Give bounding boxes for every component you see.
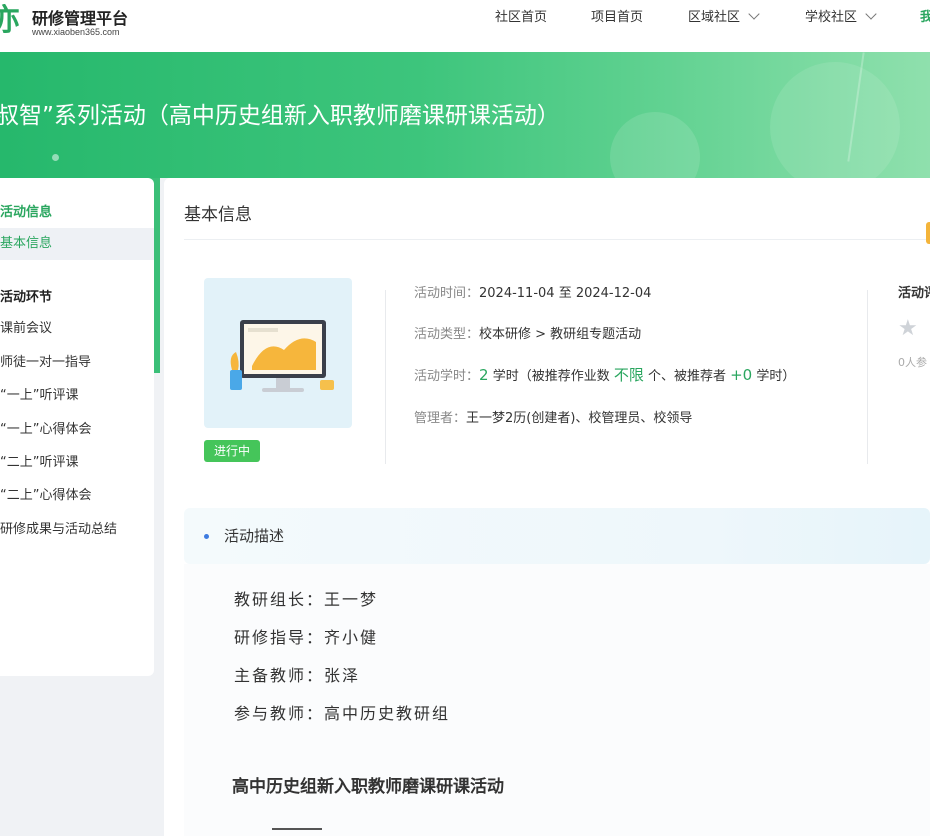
monitor-illustration-icon — [230, 320, 334, 392]
nav-my[interactable]: 我 — [920, 0, 930, 36]
sidebar-item-first-review[interactable]: “一上”听评课 — [0, 380, 154, 412]
activity-hours: 活动学时：2 学时（被推荐作业数 不限 个、被推荐者 +0 学时） — [414, 364, 795, 385]
banner-decoration — [52, 154, 59, 161]
activity-type: 活动类型：校本研修 > 教研组专题活动 — [414, 323, 641, 342]
activity-type-label: 活动类型： — [414, 327, 480, 342]
rating-panel-title: 活动评 — [898, 286, 930, 301]
main-content: 基本信息 进行中 活动时间：2024-11-04 至 2024-12-04 活动… — [164, 178, 930, 836]
hours-text: 学时） — [752, 369, 796, 384]
chevron-down-icon — [865, 8, 877, 20]
sidebar-section-stages: 活动环节 — [0, 290, 53, 305]
activity-type-value: 校本研修 > 教研组专题活动 — [479, 327, 642, 342]
sidebar-item-first-reflection[interactable]: “一上”心得体会 — [0, 414, 154, 446]
banner-decoration — [770, 62, 900, 178]
recommend-limit: 不限 — [613, 366, 644, 384]
activity-title: 叔智”系列活动（高中历史组新入职教师磨课研课活动） — [0, 103, 560, 129]
sidebar-item-basic-info[interactable]: 基本信息 — [0, 228, 154, 260]
nav-project-home[interactable]: 项目首页 — [591, 0, 643, 52]
divider — [867, 290, 868, 464]
sidebar-item-second-review[interactable]: “二上”听评课 — [0, 447, 154, 479]
description-title: 活动描述 — [224, 527, 285, 545]
description-header: 活动描述 — [184, 508, 930, 564]
activity-time-label: 活动时间： — [414, 286, 480, 301]
clipped-text — [232, 818, 352, 836]
sidebar-item-pre-meeting[interactable]: 课前会议 — [0, 313, 154, 345]
description-heading: 高中历史组新入职教师磨课研课活动 — [232, 777, 504, 797]
description-body: 教研组长：王一梦 研修指导：齐小健 主备教师：张泽 参与教师：高中历史教研组 高… — [184, 564, 930, 836]
bullet-icon — [204, 534, 209, 539]
status-badge: 进行中 — [204, 440, 260, 462]
hours-text: 个、被推荐者 — [643, 369, 731, 384]
divider — [184, 239, 930, 240]
activity-time-value: 2024-11-04 至 2024-12-04 — [479, 286, 652, 301]
activity-time: 活动时间：2024-11-04 至 2024-12-04 — [414, 282, 651, 301]
activity-managers: 管理者：王一梦2历(创建者)、校管理员、校领导 — [414, 407, 692, 426]
activity-sidebar: 活动信息 基本信息 活动环节 课前会议 师徒一对一指导 “一上”听评课 “一上”… — [0, 178, 154, 676]
star-icon[interactable]: ★ — [898, 316, 918, 341]
top-navigation-bar: 亦 研修管理平台 www.xiaoben365.com 社区首页 项目首页 区域… — [0, 0, 930, 52]
logo-title[interactable]: 研修管理平台 — [32, 5, 128, 29]
card-title: 基本信息 — [184, 205, 252, 225]
manager-label: 管理者： — [414, 411, 467, 426]
floating-tab[interactable] — [926, 222, 930, 244]
chevron-down-icon — [748, 8, 760, 20]
banner-decoration — [610, 112, 700, 178]
nav-regional-community[interactable]: 区域社区 — [688, 0, 760, 52]
hours-text: 学时（被推荐作业数 — [488, 369, 614, 384]
nav-community-home[interactable]: 社区首页 — [495, 0, 547, 52]
activity-thumbnail — [204, 278, 352, 428]
nav-school-community[interactable]: 学校社区 — [805, 0, 877, 52]
sidebar-item-summary[interactable]: 研修成果与活动总结 — [0, 514, 154, 546]
logo-url: www.xiaoben365.com — [32, 27, 120, 37]
lead-teacher-line: 主备教师：张泽 — [234, 666, 361, 685]
manager-value: 王一梦2历(创建者)、校管理员、校领导 — [466, 411, 693, 426]
guide-line: 研修指导：齐小健 — [234, 628, 379, 647]
rating-count: 0人参 — [898, 356, 927, 369]
leader-line: 教研组长：王一梦 — [234, 590, 379, 609]
sidebar-item-mentoring[interactable]: 师徒一对一指导 — [0, 347, 154, 379]
logo-icon[interactable]: 亦 — [0, 4, 28, 38]
sidebar-section-info: 活动信息 — [0, 205, 53, 220]
participants-line: 参与教师：高中历史教研组 — [234, 704, 451, 723]
divider — [385, 290, 386, 464]
recommend-bonus: +0 — [730, 366, 753, 384]
hours-number: 2 — [479, 366, 489, 384]
sidebar-item-second-reflection[interactable]: “二上”心得体会 — [0, 480, 154, 512]
activity-banner: 叔智”系列活动（高中历史组新入职教师磨课研课活动） — [0, 52, 930, 178]
activity-hours-label: 活动学时： — [414, 369, 480, 384]
